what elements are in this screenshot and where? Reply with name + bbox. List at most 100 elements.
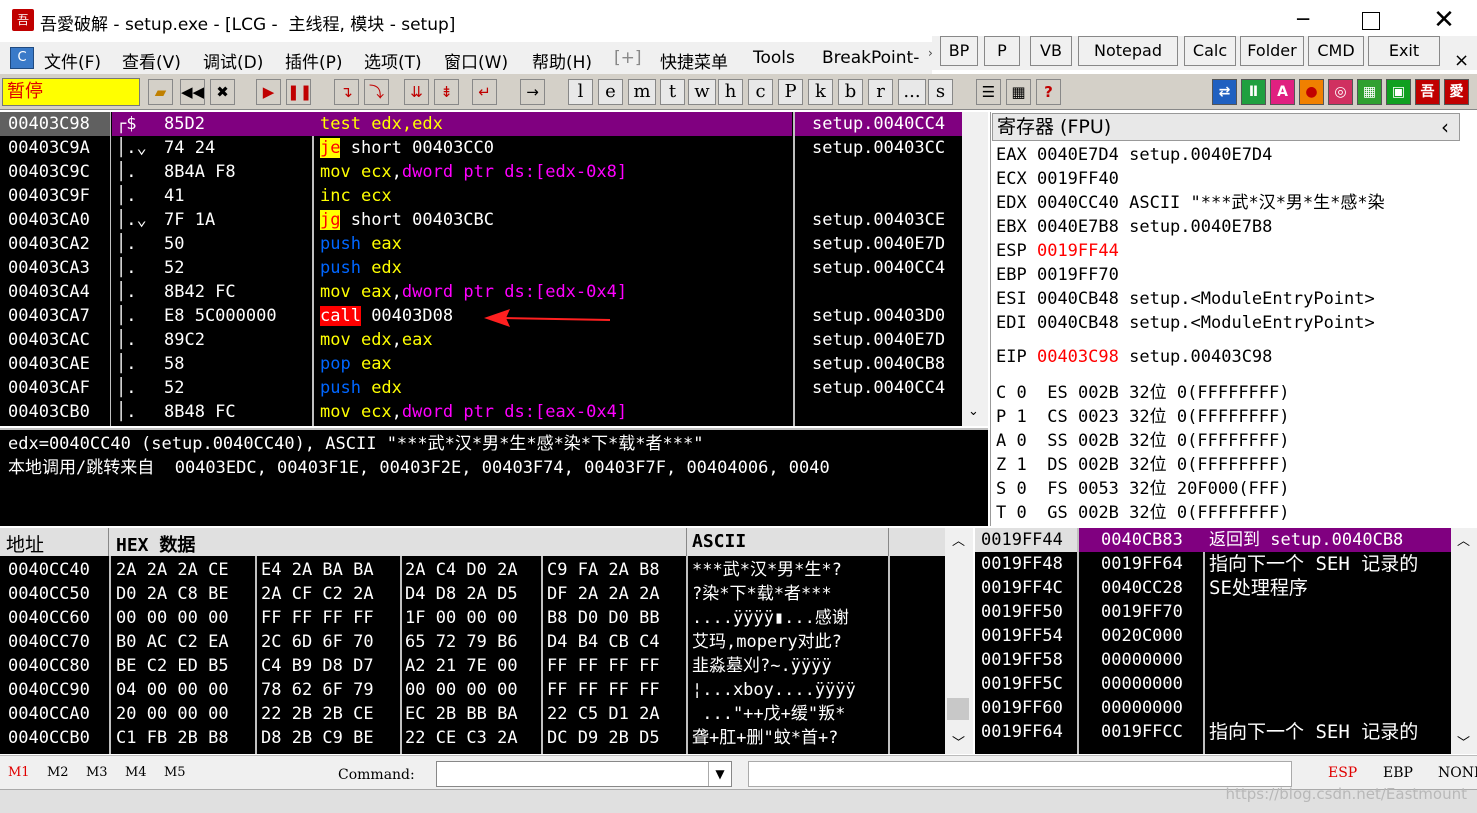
dump-scroll-down-icon[interactable]: ﹀ xyxy=(952,732,965,751)
flag-row[interactable]: C 0 ES 002B 32位 0(FFFFFFFF) xyxy=(996,381,1290,405)
minimize-icon[interactable]: ─ xyxy=(1290,8,1316,34)
disasm-address[interactable]: 00403C9F xyxy=(8,184,90,208)
plugin-a-icon[interactable]: A xyxy=(1270,79,1295,105)
dump-col-address[interactable]: 地址 xyxy=(6,530,44,557)
register-value[interactable]: 0040CB48 xyxy=(1037,289,1119,309)
run-icon[interactable]: ▶ xyxy=(256,79,281,105)
exit-button[interactable]: Exit xyxy=(1368,36,1440,66)
dump-col-ascii[interactable]: ASCII xyxy=(692,531,746,552)
menu-view[interactable]: 查看(V) xyxy=(122,48,181,73)
stack-value[interactable]: 0019FFCC xyxy=(1101,720,1183,744)
flag-row[interactable]: Z 1 DS 002B 32位 0(FFFFFFFF) xyxy=(996,453,1290,477)
options-grid-icon[interactable]: ▦ xyxy=(1006,79,1031,105)
trace-into-icon[interactable]: ⇊ xyxy=(404,79,429,105)
memory-tab[interactable]: M2 xyxy=(47,765,69,780)
stack-address[interactable]: 0019FF58 xyxy=(981,648,1063,672)
log-button[interactable]: l xyxy=(568,79,593,105)
menu-debug[interactable]: 调试(D) xyxy=(203,48,263,73)
register-row[interactable]: ESI 0040CB48 setup.<ModuleEntryPoint> xyxy=(996,287,1375,311)
stack-address[interactable]: 0019FF54 xyxy=(981,624,1063,648)
scroll-down-icon[interactable]: ⌄ xyxy=(968,404,979,419)
close-icon[interactable]: ✕ xyxy=(1430,6,1458,34)
dump-hex-group[interactable]: 2A C4 D0 2A xyxy=(405,558,518,582)
flag-row[interactable]: T 0 GS 002B 32位 0(FFFFFFFF) xyxy=(996,501,1290,523)
open-icon[interactable]: ▰ xyxy=(148,79,173,105)
bp-button[interactable]: BP xyxy=(940,36,978,66)
flag-row[interactable]: P 1 CS 0023 32位 0(FFFFFFFF) xyxy=(996,405,1290,429)
plugin-pause-icon[interactable]: Ⅱ xyxy=(1241,79,1266,105)
flag-v[interactable]: 0 xyxy=(1017,479,1027,499)
disasm-instruction[interactable]: push edx xyxy=(320,376,402,400)
dump-hex-group[interactable]: BE C2 ED B5 xyxy=(116,654,229,678)
flag-v[interactable]: 1 xyxy=(1017,455,1027,475)
dump-hex-group[interactable]: C9 FA 2A B8 xyxy=(547,558,660,582)
stack-value[interactable]: 0040CB83 xyxy=(1101,528,1183,552)
register-row[interactable]: EAX 0040E7D4 setup.0040E7D4 xyxy=(996,143,1272,167)
dump-hex-group[interactable]: 22 CE C3 2A xyxy=(405,726,518,750)
stack-value[interactable]: 0019FF64 xyxy=(1101,552,1183,576)
dump-hex-group[interactable]: 1F 00 00 00 xyxy=(405,606,518,630)
disassembly-panel[interactable]: 00403C98 ┌$ 85D2 test edx,edx setup.0040CC4 0… xyxy=(0,112,962,426)
disasm-address[interactable]: 00403CAE xyxy=(8,352,90,376)
register-value[interactable]: 0019FF70 xyxy=(1037,265,1119,285)
menu-options[interactable]: 选项(T) xyxy=(364,48,422,73)
dump-address[interactable]: 0040CC90 xyxy=(8,678,90,702)
execute-till-return-icon[interactable]: ↵ xyxy=(472,79,497,105)
stack-address[interactable]: 0019FF48 xyxy=(981,552,1063,576)
dump-hex-group[interactable]: C1 FB 2B B8 xyxy=(116,726,229,750)
register-value[interactable]: 0040CB48 xyxy=(1037,313,1119,333)
modules-button[interactable]: e xyxy=(598,79,623,105)
dump-address[interactable]: 0040CC40 xyxy=(8,558,90,582)
maximize-icon[interactable] xyxy=(1362,12,1380,30)
dump-hex-group[interactable]: FF FF FF FF xyxy=(547,678,660,702)
stack-address[interactable]: 0019FF60 xyxy=(981,696,1063,720)
menu-file[interactable]: 文件(F) xyxy=(44,48,101,73)
goto-icon[interactable]: → xyxy=(520,79,545,105)
flag-v[interactable]: 1 xyxy=(1017,407,1027,427)
dump-panel[interactable]: 0040CC40 2A 2A 2A CE E4 2A BA BA 2A C4 D0 2… xyxy=(0,556,945,754)
dump-hex-group[interactable]: B0 AC C2 EA xyxy=(116,630,229,654)
memory-tab[interactable]: M3 xyxy=(86,765,108,780)
flag-row[interactable]: S 0 FS 0053 32位 20F000(FFF) xyxy=(996,477,1290,501)
register-value[interactable]: 0019FF40 xyxy=(1037,169,1119,189)
stack-value[interactable]: 00000000 xyxy=(1101,672,1183,696)
close-debug-icon[interactable]: ✖ xyxy=(210,79,235,105)
overflow-icon[interactable]: › xyxy=(928,46,933,60)
register-row-eip[interactable]: EIP 00403C98 setup.00403C98 xyxy=(996,345,1272,369)
dump-hex-group[interactable]: E4 2A BA BA xyxy=(261,558,374,582)
register-row[interactable]: EDI 0040CB48 setup.<ModuleEntryPoint> xyxy=(996,311,1375,335)
help-icon[interactable]: ? xyxy=(1036,79,1061,105)
dump-hex-group[interactable]: 00 00 00 00 xyxy=(116,606,229,630)
callstack-button[interactable]: k xyxy=(808,79,833,105)
dump-hex-group[interactable]: 78 62 6F 79 xyxy=(261,678,374,702)
step-into-icon[interactable]: ↴ xyxy=(334,79,359,105)
dump-hex-group[interactable]: 20 00 00 00 xyxy=(116,702,229,726)
dump-hex-group[interactable]: C4 B9 D8 D7 xyxy=(261,654,374,678)
plugin-box-icon[interactable]: ▣ xyxy=(1386,79,1411,105)
plugin-swap-icon[interactable]: ⇄ xyxy=(1212,79,1237,105)
disasm-instruction[interactable]: mov edx,eax xyxy=(320,328,433,352)
disasm-instruction[interactable]: mov ecx,dword ptr ds:[eax-0x4] xyxy=(320,400,627,424)
disasm-address[interactable]: 00403CA2 xyxy=(8,232,90,256)
stack-scroll-down-icon[interactable]: ﹀ xyxy=(1457,732,1470,751)
stack-address[interactable]: 0019FF64 xyxy=(981,720,1063,744)
dump-col-hex[interactable]: HEX 数据 xyxy=(116,531,195,557)
disasm-instruction[interactable]: pop eax xyxy=(320,352,392,376)
memory-tab[interactable]: M1 xyxy=(8,765,30,780)
plugin-grid-icon[interactable]: ▦ xyxy=(1357,79,1382,105)
vb-button[interactable]: VB xyxy=(1030,36,1072,66)
threads-button[interactable]: t xyxy=(660,79,685,105)
command-input[interactable] xyxy=(436,761,732,787)
stack-value[interactable]: 0040CC28 xyxy=(1101,576,1183,600)
disasm-instruction[interactable]: call 00403D08 xyxy=(320,304,453,328)
register-row[interactable]: EDX 0040CC40 ASCII "***武*汉*男*生*感*染 xyxy=(996,191,1385,215)
folder-button[interactable]: Folder xyxy=(1240,36,1304,66)
notepad-button[interactable]: Notepad xyxy=(1078,36,1178,66)
step-over-icon[interactable]: ⤵ xyxy=(364,79,389,105)
flag-v[interactable]: 0 xyxy=(1017,383,1027,403)
stack-address[interactable]: 0019FF44 xyxy=(981,528,1063,552)
stack-address[interactable]: 0019FF5C xyxy=(981,672,1063,696)
dump-hex-group[interactable]: D0 2A C8 BE xyxy=(116,582,229,606)
dump-hex-group[interactable]: 00 00 00 00 xyxy=(405,678,518,702)
menu-tools[interactable]: Tools xyxy=(753,48,795,68)
